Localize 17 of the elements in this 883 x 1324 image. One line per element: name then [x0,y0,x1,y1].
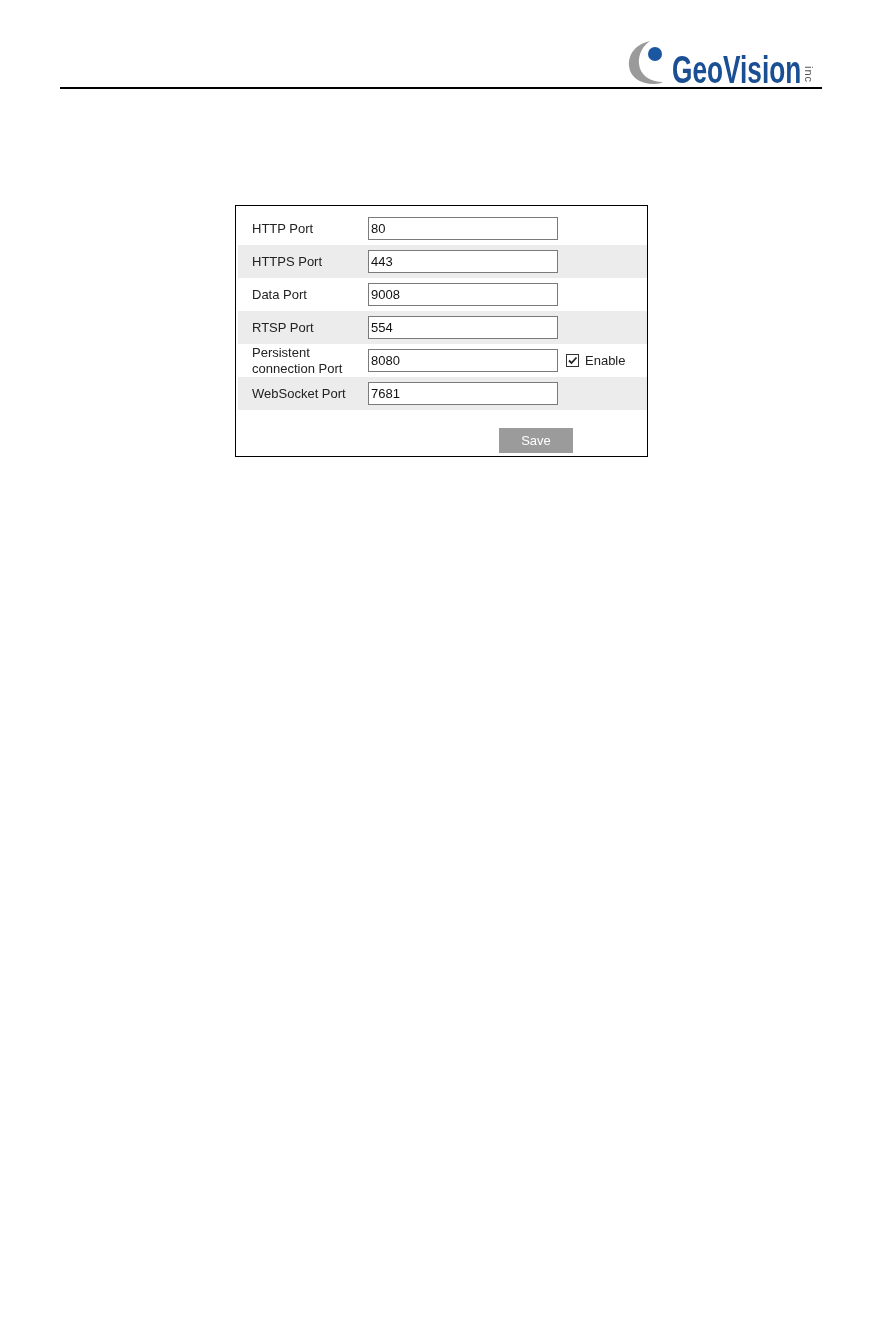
port-input[interactable]: 443 [368,250,558,273]
logo-suffix: inc [805,65,813,83]
field-label: RTSP Port [251,319,315,336]
port-input[interactable]: 554 [368,316,558,339]
logo-icon [627,40,664,84]
field-label: WebSocket Port [251,385,347,402]
field-label: HTTP Port [251,220,315,237]
checkbox-label: Enable [585,353,626,368]
port-input[interactable]: 8080 [368,349,558,372]
checkbox[interactable] [566,354,579,367]
field-label: Persistent connection Port [251,344,344,377]
field-label: Data Port [251,286,308,303]
port-input[interactable]: 80 [368,217,558,240]
field-label: HTTPS Port [251,253,324,270]
logo-text: GeoVision [671,54,801,86]
port-input[interactable]: 9008 [368,283,558,306]
port-input[interactable]: 7681 [368,382,558,405]
